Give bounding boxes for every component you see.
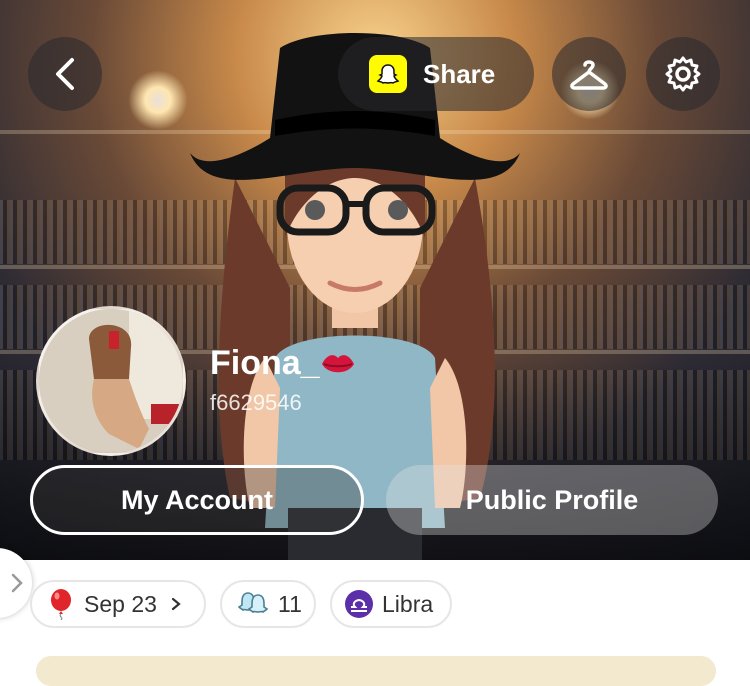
friends-chip[interactable]: 11: [220, 580, 316, 628]
wardrobe-button[interactable]: [552, 37, 626, 111]
username: f6629546: [210, 390, 302, 415]
lips-icon: [322, 355, 354, 373]
chevron-left-icon: [56, 58, 74, 90]
chevron-right-icon: [11, 573, 23, 593]
my-account-button[interactable]: My Account: [30, 465, 364, 535]
stadium-light: [128, 70, 188, 130]
public-profile-button[interactable]: Public Profile: [386, 465, 718, 535]
libra-icon: [345, 590, 373, 618]
profile-photo[interactable]: [36, 306, 186, 456]
bottom-card-peek[interactable]: [36, 656, 716, 686]
display-name: Fiona_: [210, 344, 320, 382]
zodiac-label: Libra: [382, 590, 434, 617]
ghost-friends-icon: [238, 592, 269, 614]
snapcode-icon: [369, 55, 407, 93]
share-label: Share: [423, 58, 496, 89]
birthday-label: Sep 23: [84, 590, 157, 617]
share-button[interactable]: Share: [338, 37, 534, 111]
balloon-icon: [51, 589, 71, 620]
birthday-chip[interactable]: Sep 23: [30, 580, 206, 628]
gear-icon: [665, 56, 701, 92]
friends-count: 11: [278, 590, 302, 617]
chevron-right-icon: [171, 597, 181, 611]
hanger-icon: [570, 60, 608, 90]
zodiac-chip[interactable]: Libra: [330, 580, 452, 628]
settings-button[interactable]: [646, 37, 720, 111]
back-button[interactable]: [28, 37, 102, 111]
